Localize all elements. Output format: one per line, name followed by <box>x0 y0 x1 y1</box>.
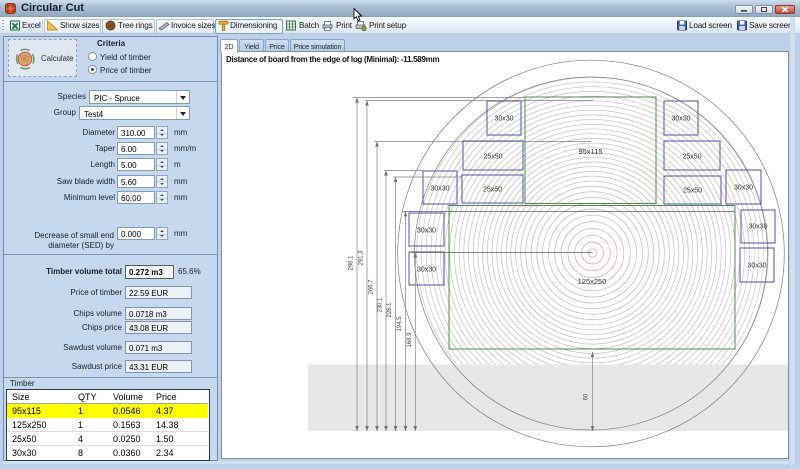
svg-text:30x30: 30x30 <box>494 116 513 123</box>
svg-text:30x30: 30x30 <box>747 263 766 270</box>
svg-text:194.5: 194.5 <box>397 316 403 332</box>
svg-text:296.1: 296.1 <box>349 255 355 271</box>
svg-text:30x30: 30x30 <box>734 185 753 192</box>
svg-text:125x250: 125x250 <box>578 277 607 286</box>
svg-text:291.3: 291.3 <box>359 250 365 266</box>
svg-text:30x30: 30x30 <box>417 267 436 274</box>
svg-text:230.1: 230.1 <box>378 297 384 313</box>
svg-text:30x30: 30x30 <box>430 186 449 193</box>
svg-text:25x50: 25x50 <box>483 187 502 194</box>
svg-text:95x115: 95x115 <box>578 147 602 156</box>
svg-text:168.9: 168.9 <box>407 332 413 348</box>
svg-text:25x50: 25x50 <box>683 188 702 195</box>
svg-text:25x50: 25x50 <box>682 154 701 161</box>
svg-text:30x30: 30x30 <box>417 228 436 235</box>
svg-text:226.1: 226.1 <box>387 302 393 318</box>
svg-text:266.7: 266.7 <box>369 279 375 295</box>
svg-text:30x30: 30x30 <box>748 224 767 231</box>
svg-text:25x50: 25x50 <box>483 154 502 161</box>
svg-text:60: 60 <box>584 393 590 400</box>
svg-text:30x30: 30x30 <box>671 116 690 123</box>
